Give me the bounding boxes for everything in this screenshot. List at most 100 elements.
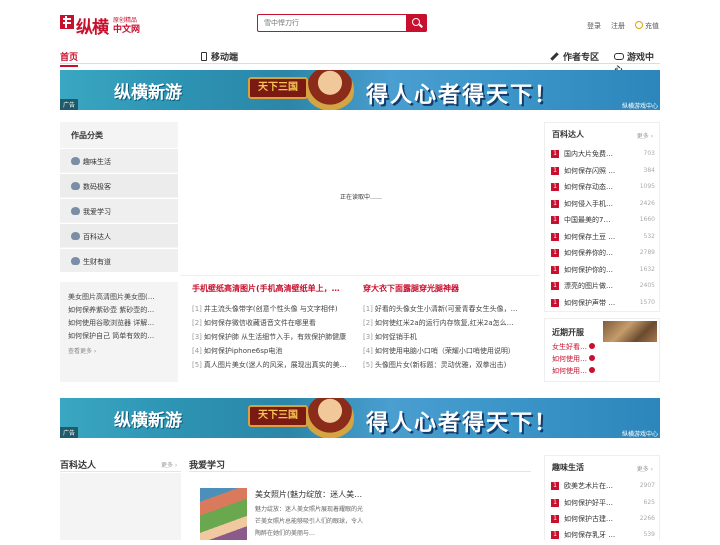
rank-row[interactable]: 1 欧美艺术片在… 2907 [551, 479, 655, 496]
rank-number: 1 [551, 515, 559, 523]
list-item[interactable]: [1] 好看的头像女生小清新(可爱青春女生头像，… [363, 304, 533, 318]
rank-number: 1 [551, 216, 559, 224]
rank-count: 1570 [639, 299, 655, 306]
list-item[interactable]: 如何使用谷歌浏览器 详解… [68, 318, 170, 331]
recharge-link[interactable]: 充值 [635, 21, 659, 31]
item-title: 真人图片美女(迷人的风采，展现出真实的美… [203, 361, 347, 369]
rank-number: 1 [551, 482, 559, 490]
recent-thumbnail[interactable] [603, 321, 657, 342]
logo-subtitle-2: 中文网 [113, 25, 141, 35]
rank-row[interactable]: 1 如何侵入手机… 2426 [551, 197, 655, 214]
nav-mobile[interactable]: 移动端 [201, 50, 238, 63]
rank-row[interactable]: 1 如何保护好平… 625 [551, 496, 655, 513]
banner-game-logo: 天下三国 [248, 405, 308, 427]
rank-count: 532 [643, 233, 655, 240]
list-item[interactable]: 美女图片高清图片美女图(… [68, 292, 170, 305]
rank-row[interactable]: 1 如何保存闪照 … 384 [551, 164, 655, 181]
rank-row[interactable]: 1 漂亮的图片做… 2405 [551, 279, 655, 296]
category-icon [71, 207, 80, 215]
panel-title: 近期开服 [552, 328, 584, 337]
search-icon [412, 18, 420, 26]
phone-icon [201, 52, 207, 61]
rank-title: 如何侵入手机… [564, 200, 613, 208]
category-item[interactable]: 趣味生活 [60, 148, 178, 172]
banner-game-logo: 天下三国 [248, 77, 308, 99]
rank-row[interactable]: 1 如何保护你的… 1632 [551, 263, 655, 280]
category-icon [71, 182, 80, 190]
category-item[interactable]: 我爱学习 [60, 198, 178, 222]
nav-author[interactable]: 作者专区 [550, 50, 599, 63]
search-button[interactable] [406, 14, 427, 32]
rank-count: 1095 [639, 183, 655, 190]
category-item[interactable]: 生财有道 [60, 248, 178, 272]
category-label: 生财有道 [83, 258, 111, 266]
category-label: 数码极客 [83, 183, 111, 191]
rank-count: 625 [643, 499, 655, 506]
category-item[interactable]: 数码极客 [60, 173, 178, 197]
rank-number: 1 [551, 266, 559, 274]
list-item[interactable]: [3] 如何促销手机 [363, 332, 533, 346]
coin-icon [635, 21, 643, 29]
list-item[interactable]: [4] 如何保护iphone6sp电池 [192, 346, 362, 360]
rank-number: 1 [551, 167, 559, 175]
item-number: [2] [192, 319, 202, 327]
search-input[interactable] [258, 15, 406, 31]
nav-author-label: 作者专区 [563, 53, 600, 63]
ad-banner-middle[interactable]: 纵横新游 天下三国 得人心者得天下！ 广告 纵横游戏中心 [60, 398, 660, 438]
article-thumbnail[interactable] [200, 488, 247, 540]
category-item[interactable]: 百科达人 [60, 223, 178, 247]
list-item[interactable]: [5] 真人图片美女(迷人的风采，展现出真实的美… [192, 360, 362, 374]
list-item[interactable]: [1] 井主流头像带字(创意个性头像 与文字相伴) [192, 304, 362, 318]
rank-count: 2907 [639, 482, 655, 489]
section-title: 我爱学习 [189, 461, 226, 471]
nav-home[interactable]: 首页 [60, 50, 79, 67]
center-heading[interactable]: 穿大衣下面露腿穿光腿神器 [363, 283, 533, 297]
recent-item[interactable]: 女生好看… [552, 342, 595, 352]
recent-item[interactable]: 如何使用… [552, 354, 595, 364]
list-item[interactable]: [3] 如何保护肺 从生活细节入手，有效保护肺健康 [192, 332, 362, 346]
search-box [257, 14, 427, 32]
panel-title: 百科达人 [552, 130, 584, 139]
recent-servers-panel: 近期开服 女生好看… 如何使用… 如何使用… [544, 318, 660, 382]
list-item[interactable]: [4] 如何使用电脑小口哨（荣耀小口哨使用说明） [363, 346, 533, 360]
item-title: 如何保存微信收藏语音文件在哪里看 [203, 319, 316, 327]
view-more-link[interactable]: 查看更多 › [68, 346, 170, 355]
rank-row[interactable]: 1 如何保存乳牙 … 539 [551, 528, 655, 545]
ad-banner-top[interactable]: 纵横新游 天下三国 得人心者得天下！ 广告 纵横游戏中心 [60, 70, 660, 110]
list-item[interactable]: [5] 头像图片女(新标题：灵动优雅，双拳出击) [363, 360, 533, 374]
list-item[interactable]: [2] 如何使红米2a的运行内存恢复,红米2a怎么… [363, 318, 533, 332]
recent-item-label: 如何使用… [552, 367, 587, 375]
rank-row[interactable]: 1 如何保存动态… 1095 [551, 180, 655, 197]
list-item[interactable]: 如何保养紫砂壶 紫砂壶的… [68, 305, 170, 318]
rank-row[interactable]: 1 如何保存土豆 … 532 [551, 230, 655, 247]
rank-number: 1 [551, 282, 559, 290]
item-number: [5] [192, 361, 202, 369]
fun-ranking-panel: 趣味生活 更多 › 1 欧美艺术片在… 2907 1 如何保护好平… 625 1 如何保护… [544, 455, 660, 540]
category-title: 作品分类 [71, 131, 103, 140]
rank-row[interactable]: 1 如何保护古建… 2266 [551, 512, 655, 529]
center-heading[interactable]: 手机壁纸高清图片(手机高清壁纸单上，… [192, 283, 362, 297]
banner-character-image [306, 70, 354, 110]
more-link[interactable]: 更多 › [161, 460, 177, 469]
baike-ranking-panel: 百科达人 更多 › 1 国内大片免费… 703 1 如何保存闪照 … 384 1 如何保存… [544, 122, 660, 312]
more-link[interactable]: 更多 › [637, 464, 653, 473]
banner-source: 纵横游戏中心 [621, 103, 658, 110]
more-link[interactable]: 更多 › [637, 131, 653, 140]
rank-row[interactable]: 1 国内大片免费… 703 [551, 147, 655, 164]
rank-title: 如何保养你的… [564, 249, 613, 257]
list-item[interactable]: [2] 如何保存微信收藏语音文件在哪里看 [192, 318, 362, 332]
rank-row[interactable]: 1 如何保护声带 … 1570 [551, 296, 655, 313]
banner-slogan: 得人心者得天下！ [366, 83, 559, 108]
list-item[interactable]: 如何保护自己 简单有效的… [68, 331, 170, 344]
register-link[interactable]: 注册 [611, 21, 625, 31]
rank-count: 2405 [639, 282, 655, 289]
rank-title: 漂亮的图片做… [564, 282, 613, 290]
recent-item[interactable]: 如何使用… [552, 366, 595, 376]
site-logo[interactable]: 纵横 原创精品 中文网 [60, 13, 160, 38]
login-link[interactable]: 登录 [587, 21, 601, 31]
article-title[interactable]: 美女照片(魅力绽放：迷人美… [255, 489, 362, 500]
rank-count: 703 [643, 150, 655, 157]
rank-row[interactable]: 1 如何保养你的… 2789 [551, 246, 655, 263]
rank-row[interactable]: 1 中国最美的7… 1660 [551, 213, 655, 230]
recent-item-label: 如何使用… [552, 355, 587, 363]
